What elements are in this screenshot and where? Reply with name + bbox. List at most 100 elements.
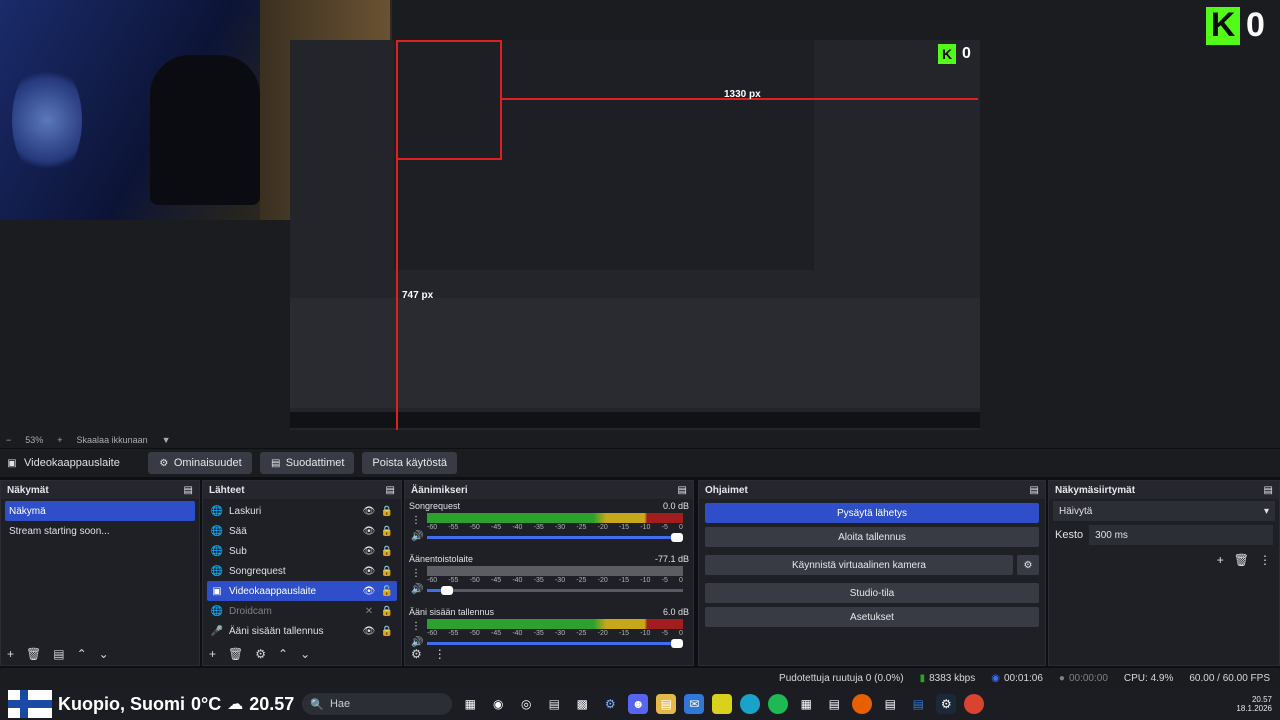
app-icon[interactable]: [712, 694, 733, 714]
chevron-down-icon[interactable]: ⌄: [99, 647, 109, 661]
mixer-channel: Äänentoistolaite -77.1 dB ⋮ -60 -55 -50 -45 -40…: [405, 552, 693, 605]
unlock-icon[interactable]: 🔓: [381, 585, 393, 597]
source-item[interactable]: ▣ Videokaappauslaite 👁 🔓: [207, 581, 397, 601]
zoom-in-button[interactable]: +: [57, 435, 62, 445]
scale-mode-label[interactable]: Skaalaa ikkunaan: [77, 435, 148, 445]
trash-icon[interactable]: 🗑: [1234, 553, 1249, 567]
filters-button[interactable]: ▤ Suodattimet: [259, 452, 355, 474]
eye-icon[interactable]: 👁: [363, 505, 376, 517]
weather-widget[interactable]: Kuopio, Suomi 0°C ☁ 20.57: [8, 690, 294, 718]
eye-icon[interactable]: 👁: [363, 585, 376, 597]
calculator-icon[interactable]: ▩: [572, 694, 592, 714]
preview-canvas[interactable]: 1330 px 747 px K 0 K 0: [0, 0, 1280, 432]
folder-icon[interactable]: ▤: [656, 694, 677, 714]
source-item[interactable]: 🎤 Ääni sisään tallennus 👁 🔒: [207, 621, 397, 641]
app-icon[interactable]: ▤: [824, 694, 844, 714]
app-icon[interactable]: ▤: [880, 694, 900, 714]
controls-dock: Ohjaimet ▤ Pysäytä lähetys Aloita tallen…: [698, 480, 1046, 666]
add-icon[interactable]: +: [1217, 553, 1224, 567]
eye-icon[interactable]: 👁: [363, 525, 376, 537]
virtual-camera-button[interactable]: Käynnistä virtuaalinen kamera: [705, 555, 1013, 575]
eye-icon[interactable]: 👁: [363, 545, 376, 557]
chrome-icon[interactable]: [964, 694, 985, 714]
meter-tick: -50: [469, 524, 480, 531]
scene-item[interactable]: Näkymä: [5, 501, 195, 521]
obs-icon[interactable]: ◎: [516, 694, 536, 714]
chevron-down-icon[interactable]: ⌄: [300, 647, 310, 661]
spotify-icon[interactable]: [768, 694, 789, 714]
deactivate-button[interactable]: Poista käytöstä: [362, 452, 457, 474]
dock-undock-icon[interactable]: ▤: [1264, 485, 1273, 496]
start-recording-button[interactable]: Aloita tallennus: [705, 527, 1039, 547]
scale-dropdown-icon[interactable]: ▼: [162, 435, 171, 445]
trash-icon[interactable]: 🗑: [26, 647, 41, 661]
lock-icon[interactable]: 🔒: [381, 525, 393, 537]
speaker-muted-icon[interactable]: 🔊: [411, 584, 423, 595]
source-item-label: Songrequest: [229, 565, 286, 577]
dock-undock-icon[interactable]: ▤: [386, 485, 395, 496]
filter-icon[interactable]: ▤: [53, 647, 64, 661]
source-item[interactable]: 🌐 Songrequest 👁 🔒: [207, 561, 397, 581]
add-icon[interactable]: +: [209, 647, 216, 661]
menu-dots-icon[interactable]: ⋮: [411, 568, 421, 579]
source-item[interactable]: 🌐 Sub 👁 🔒: [207, 541, 397, 561]
advanced-audio-icon[interactable]: ⚙: [411, 647, 422, 661]
studio-mode-button[interactable]: Studio-tila: [705, 583, 1039, 603]
add-icon[interactable]: +: [7, 647, 14, 661]
globe-icon: 🌐: [210, 565, 224, 577]
meter-tick: -10: [640, 524, 651, 531]
volume-slider[interactable]: [427, 586, 683, 595]
speaker-icon[interactable]: 🔊: [411, 531, 423, 542]
menu-dots-icon[interactable]: ⋮: [411, 515, 421, 526]
eye-hidden-icon[interactable]: ✕: [363, 605, 375, 617]
lock-icon[interactable]: 🔒: [381, 605, 393, 617]
lock-icon[interactable]: 🔒: [381, 625, 393, 637]
dock-undock-icon[interactable]: ▤: [184, 485, 193, 496]
app-icon[interactable]: ▤: [908, 694, 928, 714]
taskbar-search[interactable]: 🔍 Hae: [302, 693, 453, 715]
properties-button[interactable]: ⚙ Ominaisuudet: [147, 452, 252, 474]
mic-icon: 🎤: [210, 625, 224, 637]
mixer-channel: Songrequest 0.0 dB ⋮ -60 -55 -50 -45 -40 -35 -30-…: [405, 499, 693, 552]
system-clock[interactable]: 20.57 18.1.2026: [1236, 695, 1272, 713]
clock-time: 20.57: [1251, 695, 1272, 704]
source-item[interactable]: 🌐 Droidcam ✕ 🔒: [207, 601, 397, 621]
eye-icon[interactable]: 👁: [363, 625, 376, 637]
duration-field[interactable]: 300 ms: [1089, 525, 1273, 545]
source-item[interactable]: 🌐 Laskuri 👁 🔒: [207, 501, 397, 521]
zoom-out-button[interactable]: −: [6, 435, 11, 445]
stop-stream-button[interactable]: Pysäytä lähetys: [705, 503, 1039, 523]
chevron-up-icon[interactable]: ⌃: [278, 647, 288, 661]
meter-tick: -25: [576, 577, 587, 584]
transition-select[interactable]: Häivytä ▾: [1053, 501, 1275, 521]
firefox-icon[interactable]: [852, 694, 873, 714]
scene-item[interactable]: Stream starting soon...: [5, 521, 195, 541]
volume-slider[interactable]: [427, 533, 683, 542]
edge-icon[interactable]: [740, 694, 761, 714]
lock-icon[interactable]: 🔒: [381, 505, 393, 517]
menu-dots-icon[interactable]: ⋮: [1259, 553, 1271, 567]
eye-icon[interactable]: 👁: [363, 565, 376, 577]
gear-icon[interactable]: ⚙: [255, 647, 266, 661]
dock-undock-icon[interactable]: ▤: [1030, 485, 1039, 496]
discord-icon[interactable]: ☻: [628, 694, 649, 714]
lock-icon[interactable]: 🔒: [381, 545, 393, 557]
dock-undock-icon[interactable]: ▤: [678, 485, 687, 496]
taskbar: Kuopio, Suomi 0°C ☁ 20.57 🔍 Hae ▦ ◉ ◎ ▤ …: [0, 688, 1280, 720]
audio-app-icon[interactable]: ▦: [460, 694, 480, 714]
menu-dots-icon[interactable]: ⋮: [411, 621, 421, 632]
app-icon[interactable]: ▤: [544, 694, 564, 714]
settings-icon[interactable]: ⚙: [600, 694, 620, 714]
trash-icon[interactable]: 🗑: [228, 647, 243, 661]
steam-icon[interactable]: ⚙: [936, 694, 957, 714]
chevron-up-icon[interactable]: ⌃: [77, 647, 87, 661]
source-item[interactable]: 🌐 Sää 👁 🔒: [207, 521, 397, 541]
settings-button[interactable]: Asetukset: [705, 607, 1039, 627]
app-icon[interactable]: ◉: [488, 694, 508, 714]
app-icon[interactable]: ▦: [796, 694, 816, 714]
mail-icon[interactable]: ✉: [684, 694, 705, 714]
virtual-camera-settings-button[interactable]: ⚙: [1017, 555, 1039, 575]
lock-icon[interactable]: 🔒: [381, 565, 393, 577]
meter-tick: -50: [469, 630, 480, 637]
menu-dots-icon[interactable]: ⋮: [434, 647, 446, 661]
